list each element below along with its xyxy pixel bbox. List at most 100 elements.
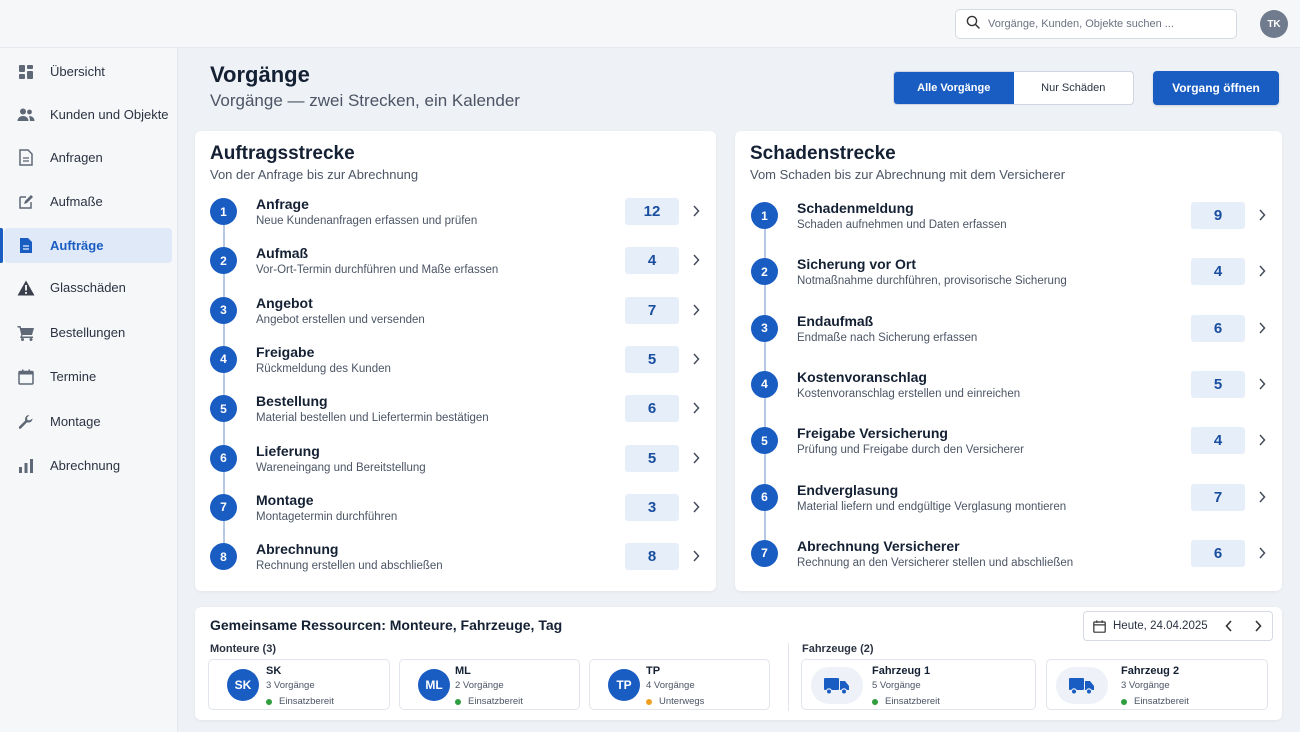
chevron-left-icon[interactable] — [1223, 620, 1235, 632]
step-description: Rechnung an den Versicherer stellen und … — [797, 556, 1074, 569]
status-dot — [646, 698, 652, 705]
chevron-right-icon[interactable] — [690, 254, 702, 266]
step-count-badge: 5 — [625, 345, 679, 373]
filter-all-button[interactable]: Alle Vorgänge — [894, 72, 1014, 104]
step-count-badge: 6 — [1191, 539, 1245, 567]
divider — [788, 643, 789, 711]
cart-icon — [17, 324, 35, 342]
damage-track-card: Schadenstrecke Vom Schaden bis zur Abrec… — [735, 131, 1282, 591]
step-description: Neue Kundenanfragen erfassen und prüfen — [256, 215, 478, 227]
vehicle-card[interactable]: Fahrzeug 2 3 Vorgänge Einsatzbereit — [1046, 659, 1268, 710]
chevron-right-icon[interactable] — [1256, 322, 1268, 334]
fitter-avatar: TP — [608, 669, 640, 701]
chevron-right-icon[interactable] — [690, 501, 702, 513]
chevron-right-icon[interactable] — [1256, 209, 1268, 221]
vehicle-card[interactable]: Fahrzeug 1 5 Vorgänge Einsatzbereit — [801, 659, 1036, 710]
date-picker[interactable]: Heute, 24.04.2025 — [1083, 611, 1273, 641]
step-number: 2 — [751, 258, 778, 286]
document-icon — [17, 149, 35, 167]
step-number: 1 — [751, 202, 778, 229]
sidebar-item-kunden[interactable]: Kunden und Objekte — [4, 97, 172, 132]
resources-title: Gemeinsame Ressourcen: Monteure, Fahrzeu… — [210, 617, 563, 633]
chevron-right-icon[interactable] — [690, 550, 702, 562]
chevron-right-icon[interactable] — [690, 402, 702, 414]
step-count-badge: 12 — [625, 198, 679, 225]
sidebar-item-abrechnung[interactable]: Abrechnung — [4, 448, 172, 483]
bar-chart-icon — [17, 457, 35, 475]
vehicle-count: 3 Vorgänge — [1121, 680, 1170, 691]
fitter-count: 2 Vorgänge — [455, 680, 504, 691]
step-title: Montage — [256, 491, 314, 508]
sidebar-item-label: Bestellungen — [50, 325, 126, 340]
sidebar-item-bestellungen[interactable]: Bestellungen — [4, 315, 172, 350]
sidebar-item-aufmasse[interactable]: Aufmaße — [4, 184, 172, 219]
step-count-badge: 7 — [625, 296, 679, 324]
step-count-badge: 5 — [1191, 370, 1245, 398]
calendar-icon — [1093, 619, 1106, 633]
sidebar-item-uebersicht[interactable]: Übersicht — [4, 54, 172, 89]
edit-icon — [17, 193, 35, 211]
page-subtitle: Vorgänge — zwei Strecken, ein Kalender — [210, 91, 520, 110]
fitter-card[interactable]: TP TP 4 Vorgänge Unterwegs — [589, 659, 770, 710]
step-title: Lieferung — [256, 442, 320, 459]
order-track-card: Auftragsstrecke Von der Anfrage bis zur … — [195, 131, 716, 591]
step-count-badge: 5 — [625, 444, 679, 472]
chevron-right-icon[interactable] — [690, 451, 702, 464]
step-description: Vor-Ort-Termin durchführen und Maße erfa… — [256, 264, 499, 277]
step-title: Anfrage — [256, 196, 309, 212]
step-number: 3 — [751, 314, 778, 342]
chevron-right-icon[interactable] — [1256, 490, 1268, 503]
status-label: Einsatzbereit — [1134, 696, 1189, 707]
search-input[interactable] — [988, 18, 1218, 30]
global-search[interactable] — [955, 9, 1237, 39]
sidebar-item-auftraege[interactable]: Aufträge — [0, 228, 172, 263]
chevron-right-icon[interactable] — [690, 205, 702, 217]
user-avatar[interactable]: TK — [1260, 10, 1288, 38]
users-icon — [17, 106, 35, 124]
chevron-right-icon[interactable] — [690, 304, 702, 316]
fitter-count: 4 Vorgänge — [646, 680, 695, 691]
chevron-right-icon[interactable] — [690, 353, 702, 365]
vehicle-status: Einsatzbereit — [1121, 696, 1189, 707]
step-count-badge: 3 — [625, 493, 679, 521]
step-number: 7 — [210, 493, 237, 521]
chevron-right-icon[interactable] — [1256, 378, 1268, 390]
fitter-status: Unterwegs — [646, 696, 704, 707]
chevron-right-icon[interactable] — [1256, 434, 1268, 446]
step-description: Schaden aufnehmen und Daten erfassen — [797, 219, 1007, 231]
step-description: Rückmeldung des Kunden — [256, 362, 391, 375]
chevron-right-icon[interactable] — [1256, 547, 1268, 559]
step-title: Sicherung vor Ort — [797, 256, 917, 273]
fitter-card[interactable]: ML ML 2 Vorgänge Einsatzbereit — [399, 659, 580, 710]
step-count-badge: 6 — [1191, 314, 1245, 342]
step-description: Notmaßnahme durchführen, provisorische S… — [797, 275, 1067, 288]
vehicles-label: Fahrzeuge (2) — [802, 643, 874, 655]
chevron-right-icon[interactable] — [1256, 265, 1268, 277]
top-bar: TK — [0, 0, 1300, 48]
document-filled-icon — [17, 237, 35, 255]
sidebar-item-label: Abrechnung — [50, 458, 121, 473]
resources-card: Gemeinsame Ressourcen: Monteure, Fahrzeu… — [195, 607, 1282, 720]
search-icon — [966, 15, 980, 34]
date-label: Heute, 24.04.2025 — [1113, 620, 1208, 632]
step-count-badge: 9 — [1191, 202, 1245, 229]
open-process-button[interactable]: Vorgang öffnen — [1153, 71, 1279, 105]
status-label: Einsatzbereit — [885, 696, 940, 707]
damage-track-subtitle: Vom Schaden bis zur Abrechnung mit dem V… — [750, 167, 1066, 182]
order-track-subtitle: Von der Anfrage bis zur Abrechnung — [210, 167, 419, 182]
sidebar-item-montage[interactable]: Montage — [4, 404, 172, 439]
sidebar-item-anfragen[interactable]: Anfragen — [4, 140, 172, 175]
sidebar-item-termine[interactable]: Termine — [4, 359, 172, 394]
filter-damage-button[interactable]: Nur Schäden — [1014, 72, 1134, 104]
step-count-badge: 7 — [1191, 483, 1245, 511]
fitter-card[interactable]: SK SK 3 Vorgänge Einsatzbereit — [208, 659, 390, 710]
step-title: Abrechnung — [256, 541, 339, 558]
step-title: Abrechnung Versicherer — [797, 537, 960, 554]
chevron-right-icon[interactable] — [1252, 620, 1264, 632]
status-dot — [455, 698, 461, 705]
sidebar-item-label: Übersicht — [50, 64, 105, 79]
step-number: 8 — [210, 543, 237, 571]
sidebar-item-glasschaeden[interactable]: Glasschäden — [4, 270, 172, 305]
step-description: Prüfung und Freigabe durch den Versicher… — [797, 444, 1024, 457]
fitter-count: 3 Vorgänge — [266, 680, 315, 691]
